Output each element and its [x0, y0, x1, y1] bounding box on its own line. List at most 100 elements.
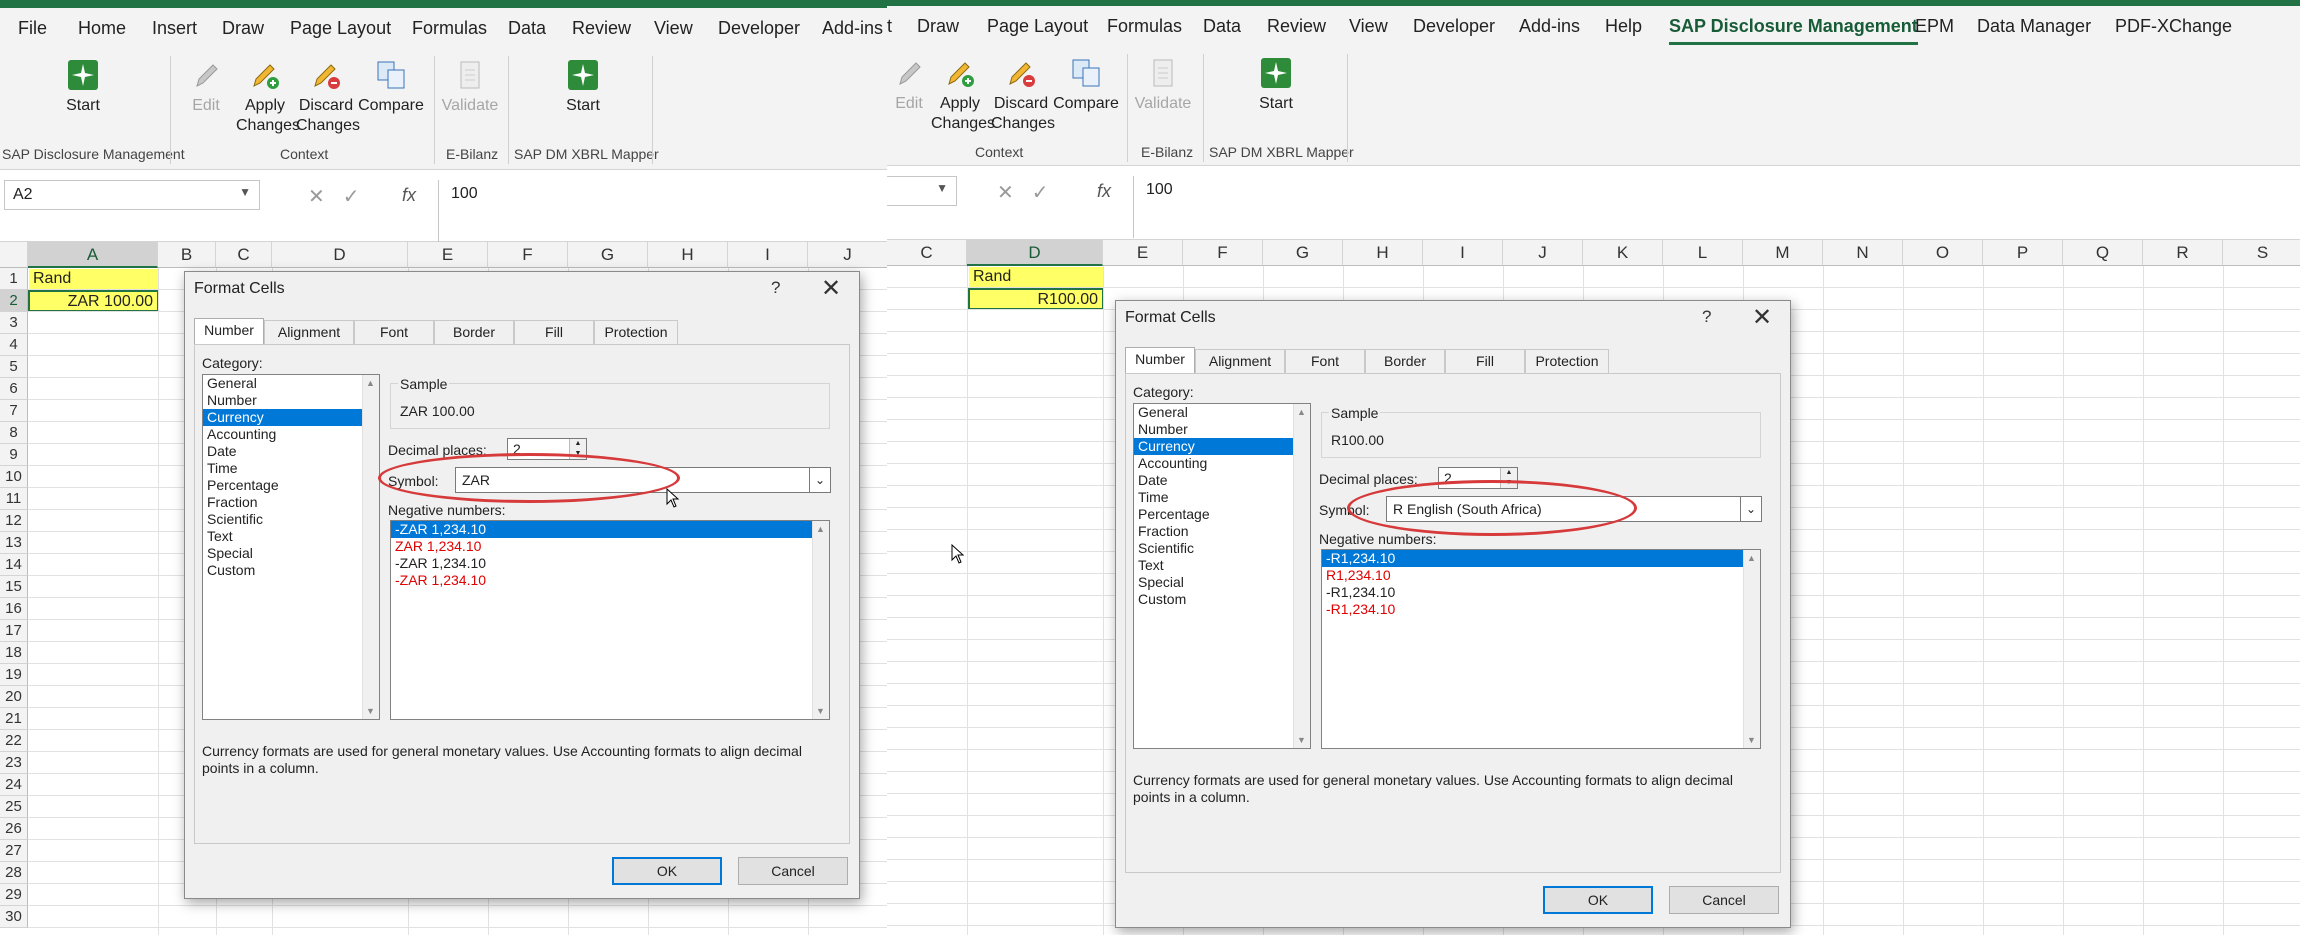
tab-sap-disclosure-management[interactable]: SAP Disclosure Management	[1669, 16, 1918, 45]
row-header[interactable]: 14	[0, 554, 28, 576]
tab-formulas[interactable]: Formulas	[1107, 16, 1182, 37]
row-header[interactable]: 30	[0, 906, 28, 928]
column-header[interactable]: E	[1103, 240, 1183, 266]
compare-button[interactable]: Compare	[1053, 56, 1119, 114]
tab-page-layout[interactable]: Page Layout	[987, 16, 1088, 37]
tab-view[interactable]: View	[1349, 16, 1388, 37]
column-header[interactable]: B	[158, 242, 216, 268]
chevron-down-icon[interactable]: ▼	[936, 181, 948, 195]
tab-add-ins[interactable]: Add-ins	[1519, 16, 1580, 37]
list-item[interactable]: Fraction	[1134, 523, 1310, 540]
tab-file[interactable]: File	[18, 18, 47, 39]
column-header[interactable]: E	[408, 242, 488, 268]
cancel-button[interactable]: Cancel	[1669, 886, 1779, 914]
tab-border[interactable]: Border	[1365, 349, 1445, 373]
row-header[interactable]: 8	[0, 422, 28, 444]
row-header[interactable]: 22	[0, 730, 28, 752]
list-item[interactable]: Currency	[1134, 438, 1310, 455]
tab-view[interactable]: View	[654, 18, 693, 39]
scroll-up-icon[interactable]: ▲	[1747, 553, 1756, 563]
scroll-down-icon[interactable]: ▼	[816, 706, 825, 716]
validate-button[interactable]: Validate	[1133, 56, 1193, 114]
spinner-icon[interactable]: ▲ ▼	[569, 439, 586, 459]
row-header[interactable]: 18	[0, 642, 28, 664]
list-item[interactable]: -ZAR 1,234.10	[391, 521, 829, 538]
list-item[interactable]: Accounting	[1134, 455, 1310, 472]
column-header[interactable]: O	[1903, 240, 1983, 266]
list-item[interactable]: Time	[203, 460, 379, 477]
apply-changes-button[interactable]: Apply Changes	[236, 58, 300, 136]
list-item[interactable]: Number	[1134, 421, 1310, 438]
tab-pdf-xchange[interactable]: PDF-XChange	[2115, 16, 2232, 37]
cell-d2[interactable]: R100.00	[968, 288, 1104, 310]
tab-formulas[interactable]: Formulas	[412, 18, 487, 39]
cell-a1[interactable]: Rand	[29, 269, 158, 290]
name-box[interactable]: A2 ▼	[4, 180, 260, 210]
row-header[interactable]: 13	[0, 532, 28, 554]
formula-cancel-confirm-icons[interactable]: ✕✓	[308, 184, 378, 209]
row-header[interactable]: 25	[0, 796, 28, 818]
column-header[interactable]: C	[887, 240, 967, 266]
scrollbar[interactable]: ▲ ▼	[1743, 550, 1760, 748]
row-header[interactable]: 6	[0, 378, 28, 400]
chevron-down-icon[interactable]: ⌄	[1740, 497, 1761, 521]
category-list[interactable]: General Number Currency Accounting Date Time P…	[202, 374, 380, 720]
column-header[interactable]: N	[1823, 240, 1903, 266]
tab-insert[interactable]: Insert	[152, 18, 197, 39]
row-header[interactable]: 24	[0, 774, 28, 796]
xbrl-start-button[interactable]: Start	[1253, 56, 1299, 114]
tab-partial[interactable]: t	[887, 16, 892, 37]
tab-alignment[interactable]: Alignment	[1195, 349, 1285, 373]
row-header[interactable]: 17	[0, 620, 28, 642]
category-list[interactable]: General Number Currency Accounting Date Time P…	[1133, 403, 1311, 749]
tab-draw[interactable]: Draw	[222, 18, 264, 39]
close-icon[interactable]: ✕	[821, 274, 841, 303]
edit-button[interactable]: Edit	[186, 58, 226, 116]
tab-draw[interactable]: Draw	[917, 16, 959, 37]
tab-developer[interactable]: Developer	[718, 18, 800, 39]
symbol-select[interactable]: R English (South Africa) ⌄	[1386, 496, 1762, 522]
column-header[interactable]: A	[28, 242, 158, 268]
list-item[interactable]: Time	[1134, 489, 1310, 506]
negative-numbers-list[interactable]: -R1,234.10 R1,234.10 -R1,234.10 -R1,234.10 ▲…	[1321, 549, 1761, 749]
apply-changes-button[interactable]: Apply Changes	[931, 56, 995, 134]
column-header[interactable]: L	[1663, 240, 1743, 266]
scroll-down-icon[interactable]: ▼	[1747, 735, 1756, 745]
column-header[interactable]: F	[488, 242, 568, 268]
tab-fill[interactable]: Fill	[1445, 349, 1525, 373]
column-header[interactable]: H	[1343, 240, 1423, 266]
function-icon[interactable]: fx	[402, 185, 416, 206]
column-header[interactable]: G	[568, 242, 648, 268]
tab-review[interactable]: Review	[1267, 16, 1326, 37]
list-item[interactable]: -R1,234.10	[1322, 601, 1760, 618]
function-icon[interactable]: fx	[1097, 181, 1111, 202]
decimal-places-input[interactable]: 2 ▲ ▼	[1438, 467, 1518, 489]
row-header[interactable]: 1	[0, 268, 28, 290]
validate-button[interactable]: Validate	[440, 58, 500, 116]
row-header[interactable]: 12	[0, 510, 28, 532]
tab-developer[interactable]: Developer	[1413, 16, 1495, 37]
row-header[interactable]: 19	[0, 664, 28, 686]
negative-numbers-list[interactable]: -ZAR 1,234.10 ZAR 1,234.10 -ZAR 1,234.10 -Z…	[390, 520, 830, 720]
tab-page-layout[interactable]: Page Layout	[290, 18, 391, 39]
tab-data-manager[interactable]: Data Manager	[1977, 16, 2091, 37]
column-header[interactable]: C	[216, 242, 272, 268]
list-item[interactable]: -R1,234.10	[1322, 550, 1760, 567]
tab-help[interactable]: Help	[1605, 16, 1642, 37]
chevron-down-icon[interactable]: ⌄	[809, 468, 830, 492]
scrollbar[interactable]: ▲ ▼	[812, 521, 829, 719]
scroll-up-icon[interactable]: ▲	[366, 378, 375, 388]
tab-border[interactable]: Border	[434, 320, 514, 344]
tab-font[interactable]: Font	[354, 320, 434, 344]
column-header[interactable]: S	[2223, 240, 2300, 266]
list-item[interactable]: Scientific	[1134, 540, 1310, 557]
row-header[interactable]: 27	[0, 840, 28, 862]
tab-alignment[interactable]: Alignment	[264, 320, 354, 344]
column-header[interactable]: J	[808, 242, 887, 268]
list-item[interactable]: Special	[203, 545, 379, 562]
column-header[interactable]: D	[967, 240, 1103, 266]
tab-add-ins[interactable]: Add-ins	[822, 18, 883, 39]
scroll-up-icon[interactable]: ▲	[1297, 407, 1306, 417]
list-item[interactable]: -ZAR 1,234.10	[391, 572, 829, 589]
row-header[interactable]: 7	[0, 400, 28, 422]
